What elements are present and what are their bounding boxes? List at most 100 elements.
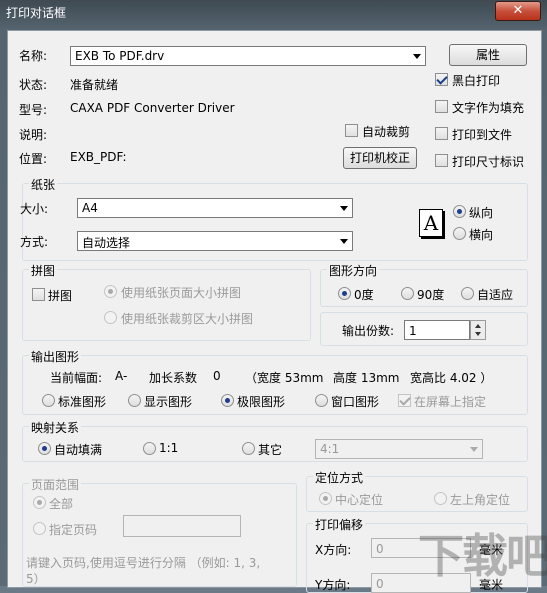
- top-left-position-radio[interactable]: [434, 492, 447, 505]
- width-text: （宽度 53mm: [245, 371, 324, 385]
- specify-on-screen-checkbox[interactable]: [398, 394, 411, 407]
- chevron-down-icon: [470, 447, 478, 452]
- current-size-label: 当前幅面:: [50, 371, 103, 385]
- graphic-orientation-group: 图形方向 0度 90度 自适应: [320, 262, 528, 307]
- one-to-one-label: 1:1: [159, 441, 179, 455]
- auto-crop-label: 自动裁剪: [362, 125, 411, 139]
- comment-label: 说明:: [19, 128, 48, 142]
- tile-by-crop-radio[interactable]: [104, 311, 117, 324]
- print-to-file-checkbox[interactable]: [435, 127, 448, 140]
- status-value: 准备就绪: [70, 78, 119, 92]
- one-to-one-radio[interactable]: [143, 442, 156, 455]
- top-left-position-label: 左上角定位: [450, 493, 511, 507]
- paper-mode-value: 自动选择: [82, 236, 131, 250]
- tiling-group: 拼图 拼图 使用纸张页面大小拼图 使用纸张裁剪区大小拼图: [22, 262, 311, 341]
- mapping-group-title: 映射关系: [29, 419, 82, 436]
- spin-up-icon[interactable]: [475, 324, 481, 328]
- auto-fill-label: 自动填满: [54, 443, 103, 457]
- copies-input[interactable]: 1: [404, 320, 470, 340]
- paper-mode-select[interactable]: 自动选择: [77, 231, 353, 251]
- positioning-title: 定位方式: [313, 469, 366, 486]
- orientation-0-label: 0度: [354, 288, 374, 302]
- standard-graphic-radio[interactable]: [42, 394, 55, 407]
- length-factor-value: 0: [213, 369, 221, 383]
- copies-label: 输出份数:: [342, 324, 395, 338]
- orientation-auto-radio[interactable]: [461, 287, 474, 300]
- graphic-orientation-title: 图形方向: [327, 262, 380, 279]
- calibrate-printer-button[interactable]: 打印机校正: [343, 147, 417, 169]
- black-white-checkbox[interactable]: [435, 73, 448, 86]
- portrait-label: 纵向: [469, 206, 494, 220]
- window-graphic-label: 窗口图形: [331, 395, 380, 409]
- chevron-down-icon: [413, 54, 421, 59]
- tiling-checkbox[interactable]: [32, 288, 45, 301]
- window-graphic-radio[interactable]: [315, 394, 328, 407]
- page-numbers-input[interactable]: [123, 515, 241, 537]
- title-bar[interactable]: 打印对话框 ✕: [0, 0, 547, 24]
- positioning-group: 定位方式 中心定位 左上角定位: [306, 469, 528, 512]
- close-button[interactable]: ✕: [495, 1, 541, 21]
- landscape-radio[interactable]: [453, 227, 466, 240]
- all-pages-radio[interactable]: [33, 496, 46, 509]
- display-graphic-label: 显示图形: [144, 395, 193, 409]
- orientation-0-radio[interactable]: [338, 287, 351, 300]
- printer-name-select[interactable]: EXB To PDF.drv: [70, 46, 426, 66]
- scale-ratio-select[interactable]: 4:1: [315, 439, 483, 459]
- orientation-90-radio[interactable]: [401, 287, 414, 300]
- print-size-marks-label: 打印尺寸标识: [452, 155, 525, 169]
- tiling-group-title: 拼图: [29, 262, 58, 279]
- landscape-label: 横向: [469, 228, 494, 242]
- auto-fill-radio[interactable]: [38, 442, 51, 455]
- paper-group: 纸张 大小: A4 方式: 自动选择 A 纵向 横向: [20, 176, 528, 261]
- black-white-label: 黑白打印: [452, 74, 501, 88]
- copies-spinner[interactable]: [470, 320, 486, 340]
- specify-on-screen-label: 在屏幕上指定: [414, 395, 487, 409]
- copies-group: 输出份数: 1: [320, 312, 528, 346]
- paper-size-select[interactable]: A4: [77, 198, 353, 218]
- other-scale-label: 其它: [258, 443, 283, 457]
- y-offset-label: Y方向:: [315, 578, 351, 592]
- properties-button[interactable]: 属性: [449, 44, 527, 66]
- spin-down-icon[interactable]: [475, 332, 481, 336]
- x-offset-label: X方向:: [315, 543, 352, 557]
- print-offset-title: 打印偏移: [313, 516, 366, 533]
- auto-crop-checkbox[interactable]: [345, 124, 358, 137]
- output-graphic-group: 输出图形 当前幅面: A- 加长系数 0 （宽度 53mm 高度 13mm 宽高…: [22, 348, 528, 415]
- chevron-down-icon: [340, 206, 348, 211]
- orientation-auto-label: 自适应: [477, 288, 514, 302]
- height-text: 高度 13mm: [333, 371, 400, 385]
- paper-group-title: 纸张: [29, 176, 58, 193]
- tile-by-page-label: 使用纸张页面大小拼图: [121, 286, 242, 300]
- tile-by-page-radio[interactable]: [104, 285, 117, 298]
- x-offset-value: 0: [376, 542, 384, 556]
- printer-name-label: 名称:: [19, 49, 48, 63]
- dialog-window: 打印对话框 ✕ 名称: EXB To PDF.drv 属性 状态: 准备就绪 型…: [0, 0, 547, 593]
- other-scale-radio[interactable]: [242, 442, 255, 455]
- paper-mode-label: 方式:: [20, 235, 49, 249]
- paper-orientation-icon: A: [419, 209, 443, 237]
- mapping-group: 映射关系 自动填满 1:1 其它 4:1: [22, 419, 528, 462]
- scale-ratio-value: 4:1: [320, 442, 340, 456]
- specify-pages-radio[interactable]: [33, 522, 46, 535]
- location-label: 位置:: [19, 152, 48, 166]
- location-value: EXB_PDF:: [70, 150, 127, 164]
- center-position-radio[interactable]: [319, 492, 332, 505]
- printer-name-value: EXB To PDF.drv: [75, 49, 165, 63]
- print-to-file-label: 打印到文件: [452, 128, 513, 142]
- text-as-fill-label: 文字作为填充: [452, 101, 525, 115]
- extents-graphic-label: 极限图形: [237, 395, 286, 409]
- display-graphic-radio[interactable]: [128, 394, 141, 407]
- paper-size-value: A4: [82, 201, 98, 215]
- text-as-fill-checkbox[interactable]: [435, 100, 448, 113]
- page-range-group: 页面范围 全部 指定页码 请键入页码,使用逗号进行分隔 （例如: 1, 3, 5…: [22, 476, 297, 587]
- current-size-value: A-: [115, 369, 128, 383]
- extents-graphic-radio[interactable]: [221, 394, 234, 407]
- model-label: 型号:: [19, 103, 48, 117]
- tile-by-crop-label: 使用纸张裁剪区大小拼图: [121, 312, 254, 326]
- output-graphic-title: 输出图形: [29, 348, 82, 365]
- page-range-hint: 请键入页码,使用逗号进行分隔 （例如: 1, 3,: [26, 556, 261, 570]
- print-size-marks-checkbox[interactable]: [435, 154, 448, 167]
- portrait-radio[interactable]: [453, 205, 466, 218]
- watermark-logo: 下载吧: [418, 529, 547, 583]
- model-value: CAXA PDF Converter Driver: [70, 101, 235, 115]
